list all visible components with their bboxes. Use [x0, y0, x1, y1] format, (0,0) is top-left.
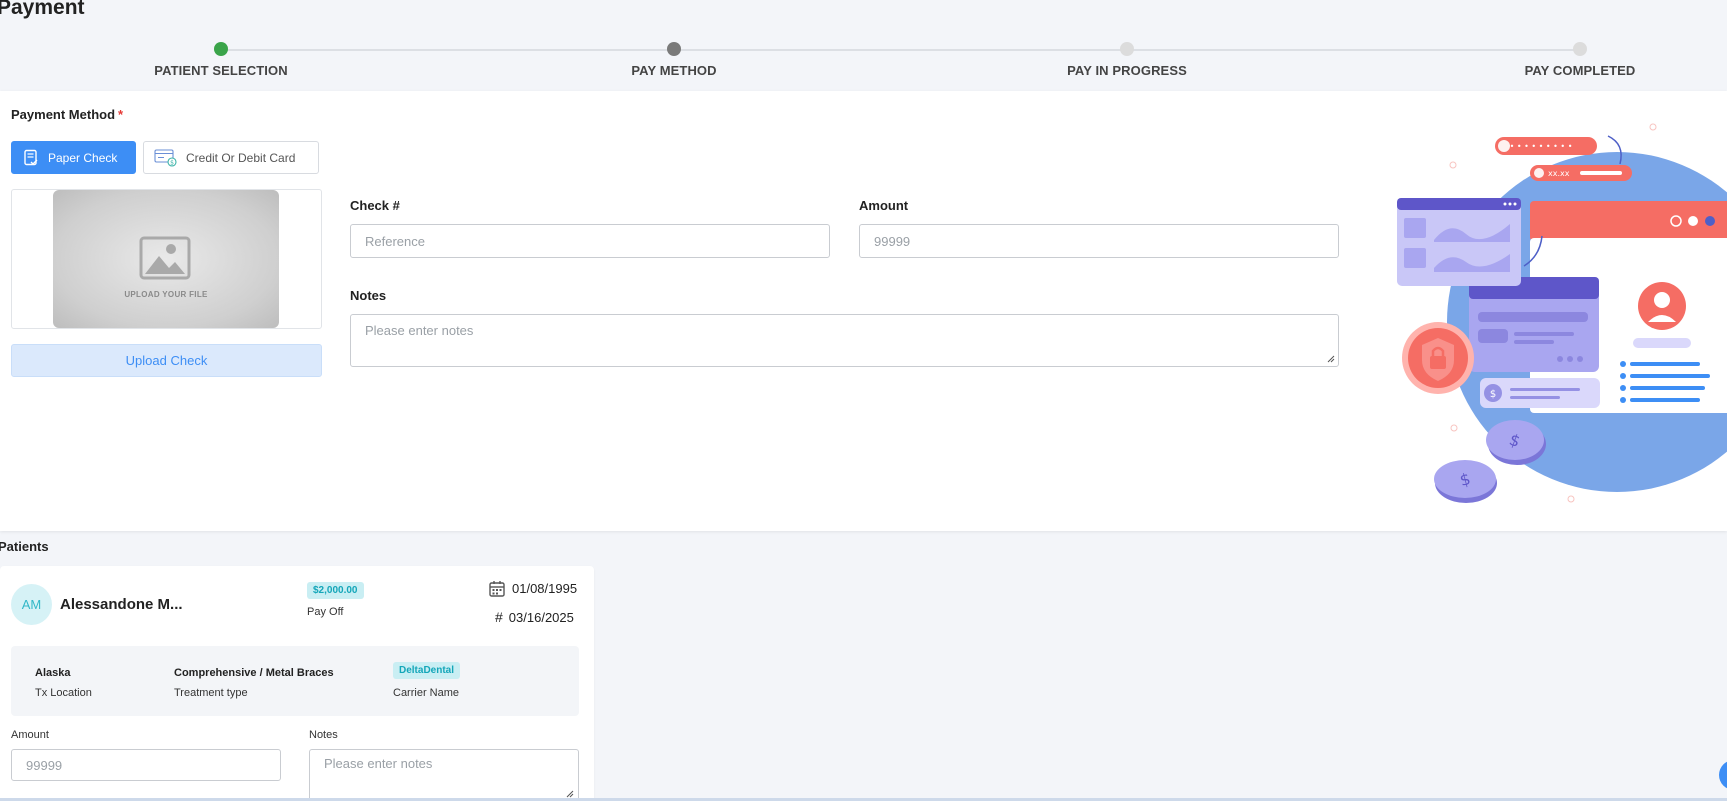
- stepper-track: [221, 49, 1581, 51]
- dob-value: 01/08/1995: [512, 581, 578, 596]
- step-pay-completed[interactable]: PAY COMPLETED: [1460, 40, 1700, 78]
- step-label: PAY IN PROGRESS: [1067, 63, 1187, 78]
- step-dot-pending: [1573, 42, 1587, 56]
- check-number-label: Check #: [350, 198, 400, 213]
- upload-preview: UPLOAD YOUR FILE: [53, 190, 279, 328]
- masked-amount-text: xx.xx: [1548, 169, 1570, 178]
- carrier-badge: DeltaDental: [393, 662, 461, 679]
- carrier-label: Carrier Name: [393, 687, 460, 699]
- page-title: Payment: [0, 0, 85, 19]
- step-label: PAY COMPLETED: [1524, 63, 1636, 78]
- paper-check-icon: [24, 149, 38, 165]
- step-pay-in-progress[interactable]: PAY IN PROGRESS: [1007, 40, 1247, 78]
- upload-placeholder-text: UPLOAD YOUR FILE: [124, 290, 208, 299]
- amount-input[interactable]: [859, 224, 1339, 258]
- upload-check-button[interactable]: Upload Check: [11, 344, 322, 377]
- patient-amount-label: Amount: [11, 729, 49, 741]
- step-label: PAY METHOD: [631, 63, 717, 78]
- step-dot-completed: [214, 42, 228, 56]
- check-number-input[interactable]: [350, 224, 830, 258]
- svg-text:• • • • • • • • •: • • • • • • • • •: [1510, 142, 1573, 151]
- patient-name[interactable]: Alessandone M...: [60, 596, 183, 613]
- check-upload-dropzone[interactable]: UPLOAD YOUR FILE: [11, 189, 322, 329]
- payment-status: Pay Off: [307, 606, 344, 618]
- step-label: PATIENT SELECTION: [154, 63, 288, 78]
- notes-label: Notes: [350, 288, 387, 303]
- step-patient-selection[interactable]: PATIENT SELECTION: [101, 40, 341, 78]
- avatar: AM: [11, 584, 52, 625]
- hash-icon: #: [495, 609, 503, 625]
- amount-label: Amount: [859, 198, 909, 213]
- reference-date-field: # 03/16/2025: [495, 609, 574, 625]
- step-dot-pending: [1120, 42, 1134, 56]
- patients-section-title: Patients: [0, 539, 49, 554]
- patient-amount-input[interactable]: [11, 749, 281, 781]
- tx-location-value: Alaska: [35, 667, 71, 679]
- svg-text:$: $: [1490, 389, 1496, 400]
- resize-grip-icon[interactable]: [566, 790, 574, 798]
- calendar-icon: [489, 581, 505, 597]
- paper-check-label: Paper Check: [48, 150, 118, 165]
- resize-grip-icon[interactable]: [1327, 355, 1335, 363]
- payment-illustration: $ • • • • • • • • • xx.xx $ $: [1390, 116, 1727, 511]
- reference-date-value: 03/16/2025: [508, 609, 574, 625]
- tx-location-label: Tx Location: [35, 687, 92, 699]
- amount-badge: $2,000.00: [307, 582, 364, 599]
- payment-method-card: Payment Method * Paper Check $ Credit Or …: [0, 91, 1727, 531]
- credit-card-label: Credit Or Debit Card: [186, 150, 296, 165]
- required-mark: *: [118, 107, 124, 122]
- notes-textarea[interactable]: [350, 314, 1339, 367]
- credit-debit-card-button[interactable]: $ Credit Or Debit Card: [143, 141, 319, 174]
- patient-card: AM Alessandone M... $2,000.00 Pay Off 01…: [0, 566, 594, 801]
- dob-field: 01/08/1995: [489, 580, 577, 597]
- credit-card-icon: $: [154, 148, 177, 167]
- payment-stepper: PATIENT SELECTION PAY METHOD PAY IN PROG…: [0, 40, 1727, 90]
- svg-text:$: $: [170, 159, 174, 166]
- paper-check-button[interactable]: Paper Check: [11, 141, 136, 174]
- step-dot-current: [667, 42, 681, 56]
- image-placeholder-icon: [139, 236, 191, 280]
- treatment-type-value: Comprehensive / Metal Braces: [174, 667, 334, 679]
- patient-notes-textarea[interactable]: [309, 749, 579, 801]
- treatment-type-label: Treatment type: [174, 687, 248, 699]
- payment-method-label: Payment Method *: [11, 107, 123, 122]
- treatment-info-box: Alaska Tx Location Comprehensive / Metal…: [11, 646, 579, 716]
- patient-notes-label: Notes: [309, 729, 338, 741]
- help-chat-button[interactable]: [1719, 760, 1727, 790]
- step-pay-method[interactable]: PAY METHOD: [554, 40, 794, 78]
- payment-method-label-text: Payment Method: [11, 107, 116, 122]
- payment-illustration-graphic: $ • • • • • • • • • xx.xx $ $: [1397, 123, 1727, 503]
